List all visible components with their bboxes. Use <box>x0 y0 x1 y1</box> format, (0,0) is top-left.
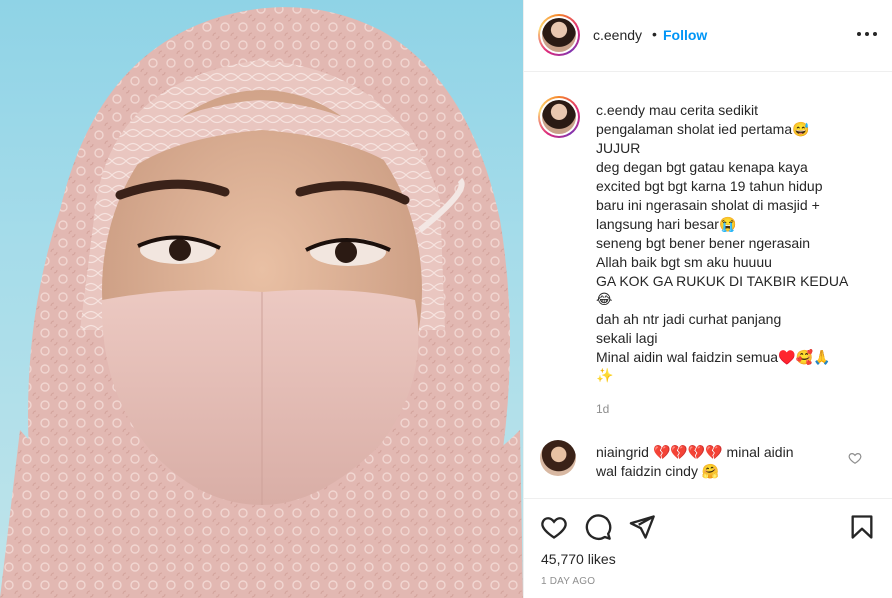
caption-line: dah ah ntr jadi curhat panjang <box>596 311 782 327</box>
photo-illustration <box>0 7 523 598</box>
caption-line: deg degan bgt gatau kenapa kaya <box>596 159 808 175</box>
caption-line: seneng bgt bener bener ngerasain <box>596 235 811 251</box>
more-horizontal-icon[interactable] <box>857 24 877 44</box>
post-sidebar: c.eendy • Follow c.eendy mau cerita sedik… <box>523 0 892 598</box>
heart-icon[interactable] <box>540 513 568 541</box>
caption-line: Minal aidin wal faidzin semua♥️🥰🙏 <box>596 349 831 365</box>
post-photo[interactable] <box>0 0 523 598</box>
caption-line: baru ini ngerasain sholat di masjid + <box>596 197 820 213</box>
bookmark-icon[interactable] <box>848 513 876 541</box>
comment-line-1: niaingrid 💔💔💔💔 minal aidin <box>596 443 836 462</box>
caption-line: GA KOK GA RUKUK DI TAKBIR KEDUA <box>596 273 849 289</box>
caption-line: JUJUR <box>596 140 641 156</box>
likes-count[interactable]: 45,770 likes <box>541 551 616 567</box>
post-date[interactable]: 1 DAY AGO <box>541 576 595 587</box>
caption-line: pengalaman sholat ied pertama😅 <box>596 121 810 137</box>
caption-avatar[interactable] <box>538 96 580 138</box>
follow-button[interactable]: Follow <box>663 27 707 43</box>
post-header: c.eendy • Follow <box>524 0 892 72</box>
author-avatar[interactable] <box>538 14 580 56</box>
caption-age[interactable]: 1d <box>596 402 609 416</box>
commenter-username[interactable]: niaingrid <box>596 444 649 460</box>
comment-icon[interactable] <box>584 513 612 541</box>
comment-text-2: wal faidzin cindy 🤗 <box>596 463 720 479</box>
caption-line-1: c.eendy mau cerita sedikit <box>596 102 758 118</box>
caption-line: 😂 <box>596 292 613 308</box>
caption-line: excited bgt bgt karna 19 tahun hidup <box>596 178 823 194</box>
separator-dot: • <box>652 26 657 42</box>
post-actions: 45,770 likes 1 DAY AGO <box>524 498 892 598</box>
post-caption: c.eendy mau cerita sedikit pengalaman sho… <box>596 101 866 386</box>
caption-line: sekali lagi <box>596 330 658 346</box>
caption-line: ✨ <box>596 368 614 384</box>
comment-text-1: 💔💔💔💔 minal aidin <box>652 444 794 460</box>
share-icon[interactable] <box>628 513 656 541</box>
author-username[interactable]: c.eendy <box>593 27 642 43</box>
caption-line: langsung hari besar😭 <box>596 216 737 232</box>
comment-like-heart-icon[interactable] <box>848 451 862 465</box>
comment: niaingrid 💔💔💔💔 minal aidin wal faidzin ci… <box>596 443 836 481</box>
commenter-avatar[interactable] <box>540 440 576 476</box>
caption-line: Allah baik bgt sm aku huuuu <box>596 254 772 270</box>
caption-username[interactable]: c.eendy <box>596 102 645 118</box>
